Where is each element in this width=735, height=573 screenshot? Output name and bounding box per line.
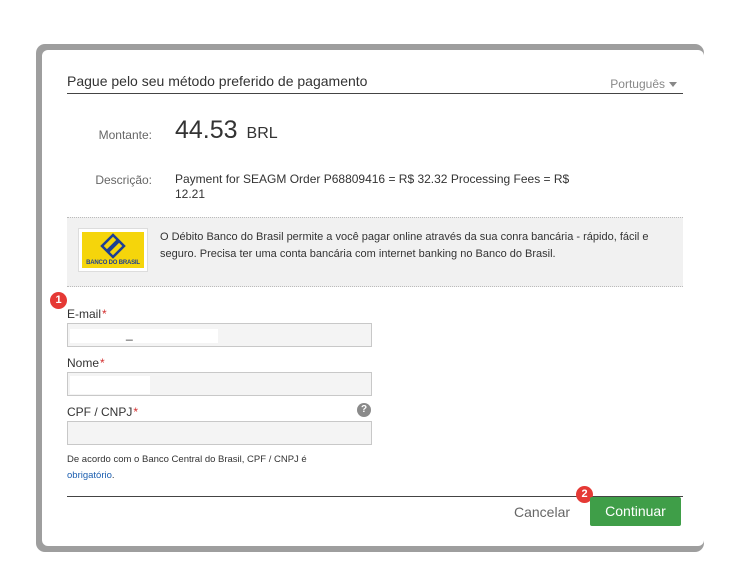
cpf-field[interactable] [67,421,372,445]
bank-info-text: O Débito Banco do Brasil permite a você … [160,231,649,260]
cancel-button[interactable]: Cancelar [514,504,570,520]
language-select[interactable]: Português [610,77,677,91]
cpf-note-end: . [111,470,115,481]
language-label: Português [610,77,665,91]
bank-info-panel: BANCO DO BRASIL O Débito Banco do Brasil… [67,217,683,287]
redacted-name [70,376,150,394]
email-label: E-mail* [67,307,107,321]
description-value: Payment for SEAGM Order P68809416 = R$ 3… [175,172,570,201]
name-label: Nome* [67,356,105,370]
continue-button[interactable]: Continuar [590,497,681,526]
email-value: _ [126,327,133,341]
page-title: Pague pelo seu método preferido de pagam… [67,73,368,89]
cpf-note-text: De acordo com o Banco Central do Brasil,… [67,454,307,465]
obrigatorio-link[interactable]: obrigatório [67,470,112,481]
email-label-text: E-mail [67,307,102,321]
step-marker-1: 1 [50,292,67,309]
redacted-email [70,329,218,343]
amount-label: Montante: [98,128,152,142]
chevron-down-icon [669,82,677,88]
cpf-note: De acordo com o Banco Central do Brasil,… [67,452,367,484]
amount-number: 44.53 [175,116,238,144]
required-asterisk: * [102,307,107,321]
name-label-text: Nome [67,356,100,370]
name-field[interactable] [67,372,372,396]
amount-currency: BRL [246,125,278,142]
amount-value: 44.53 BRL [175,116,278,145]
payment-dialog: Pague pelo seu método preferido de pagam… [42,50,704,546]
cpf-label: CPF / CNPJ* [67,405,138,419]
help-icon[interactable]: ? [357,403,371,417]
bb-logo-text: BANCO DO BRASIL [86,260,140,266]
description-label: Descrição: [95,173,152,187]
required-asterisk: * [100,356,105,370]
dialog-header: Pague pelo seu método preferido de pagam… [67,73,683,94]
banco-do-brasil-logo: BANCO DO BRASIL [78,228,148,272]
email-field[interactable]: _ [67,323,372,347]
cpf-label-text: CPF / CNPJ [67,405,133,419]
required-asterisk: * [133,405,139,419]
